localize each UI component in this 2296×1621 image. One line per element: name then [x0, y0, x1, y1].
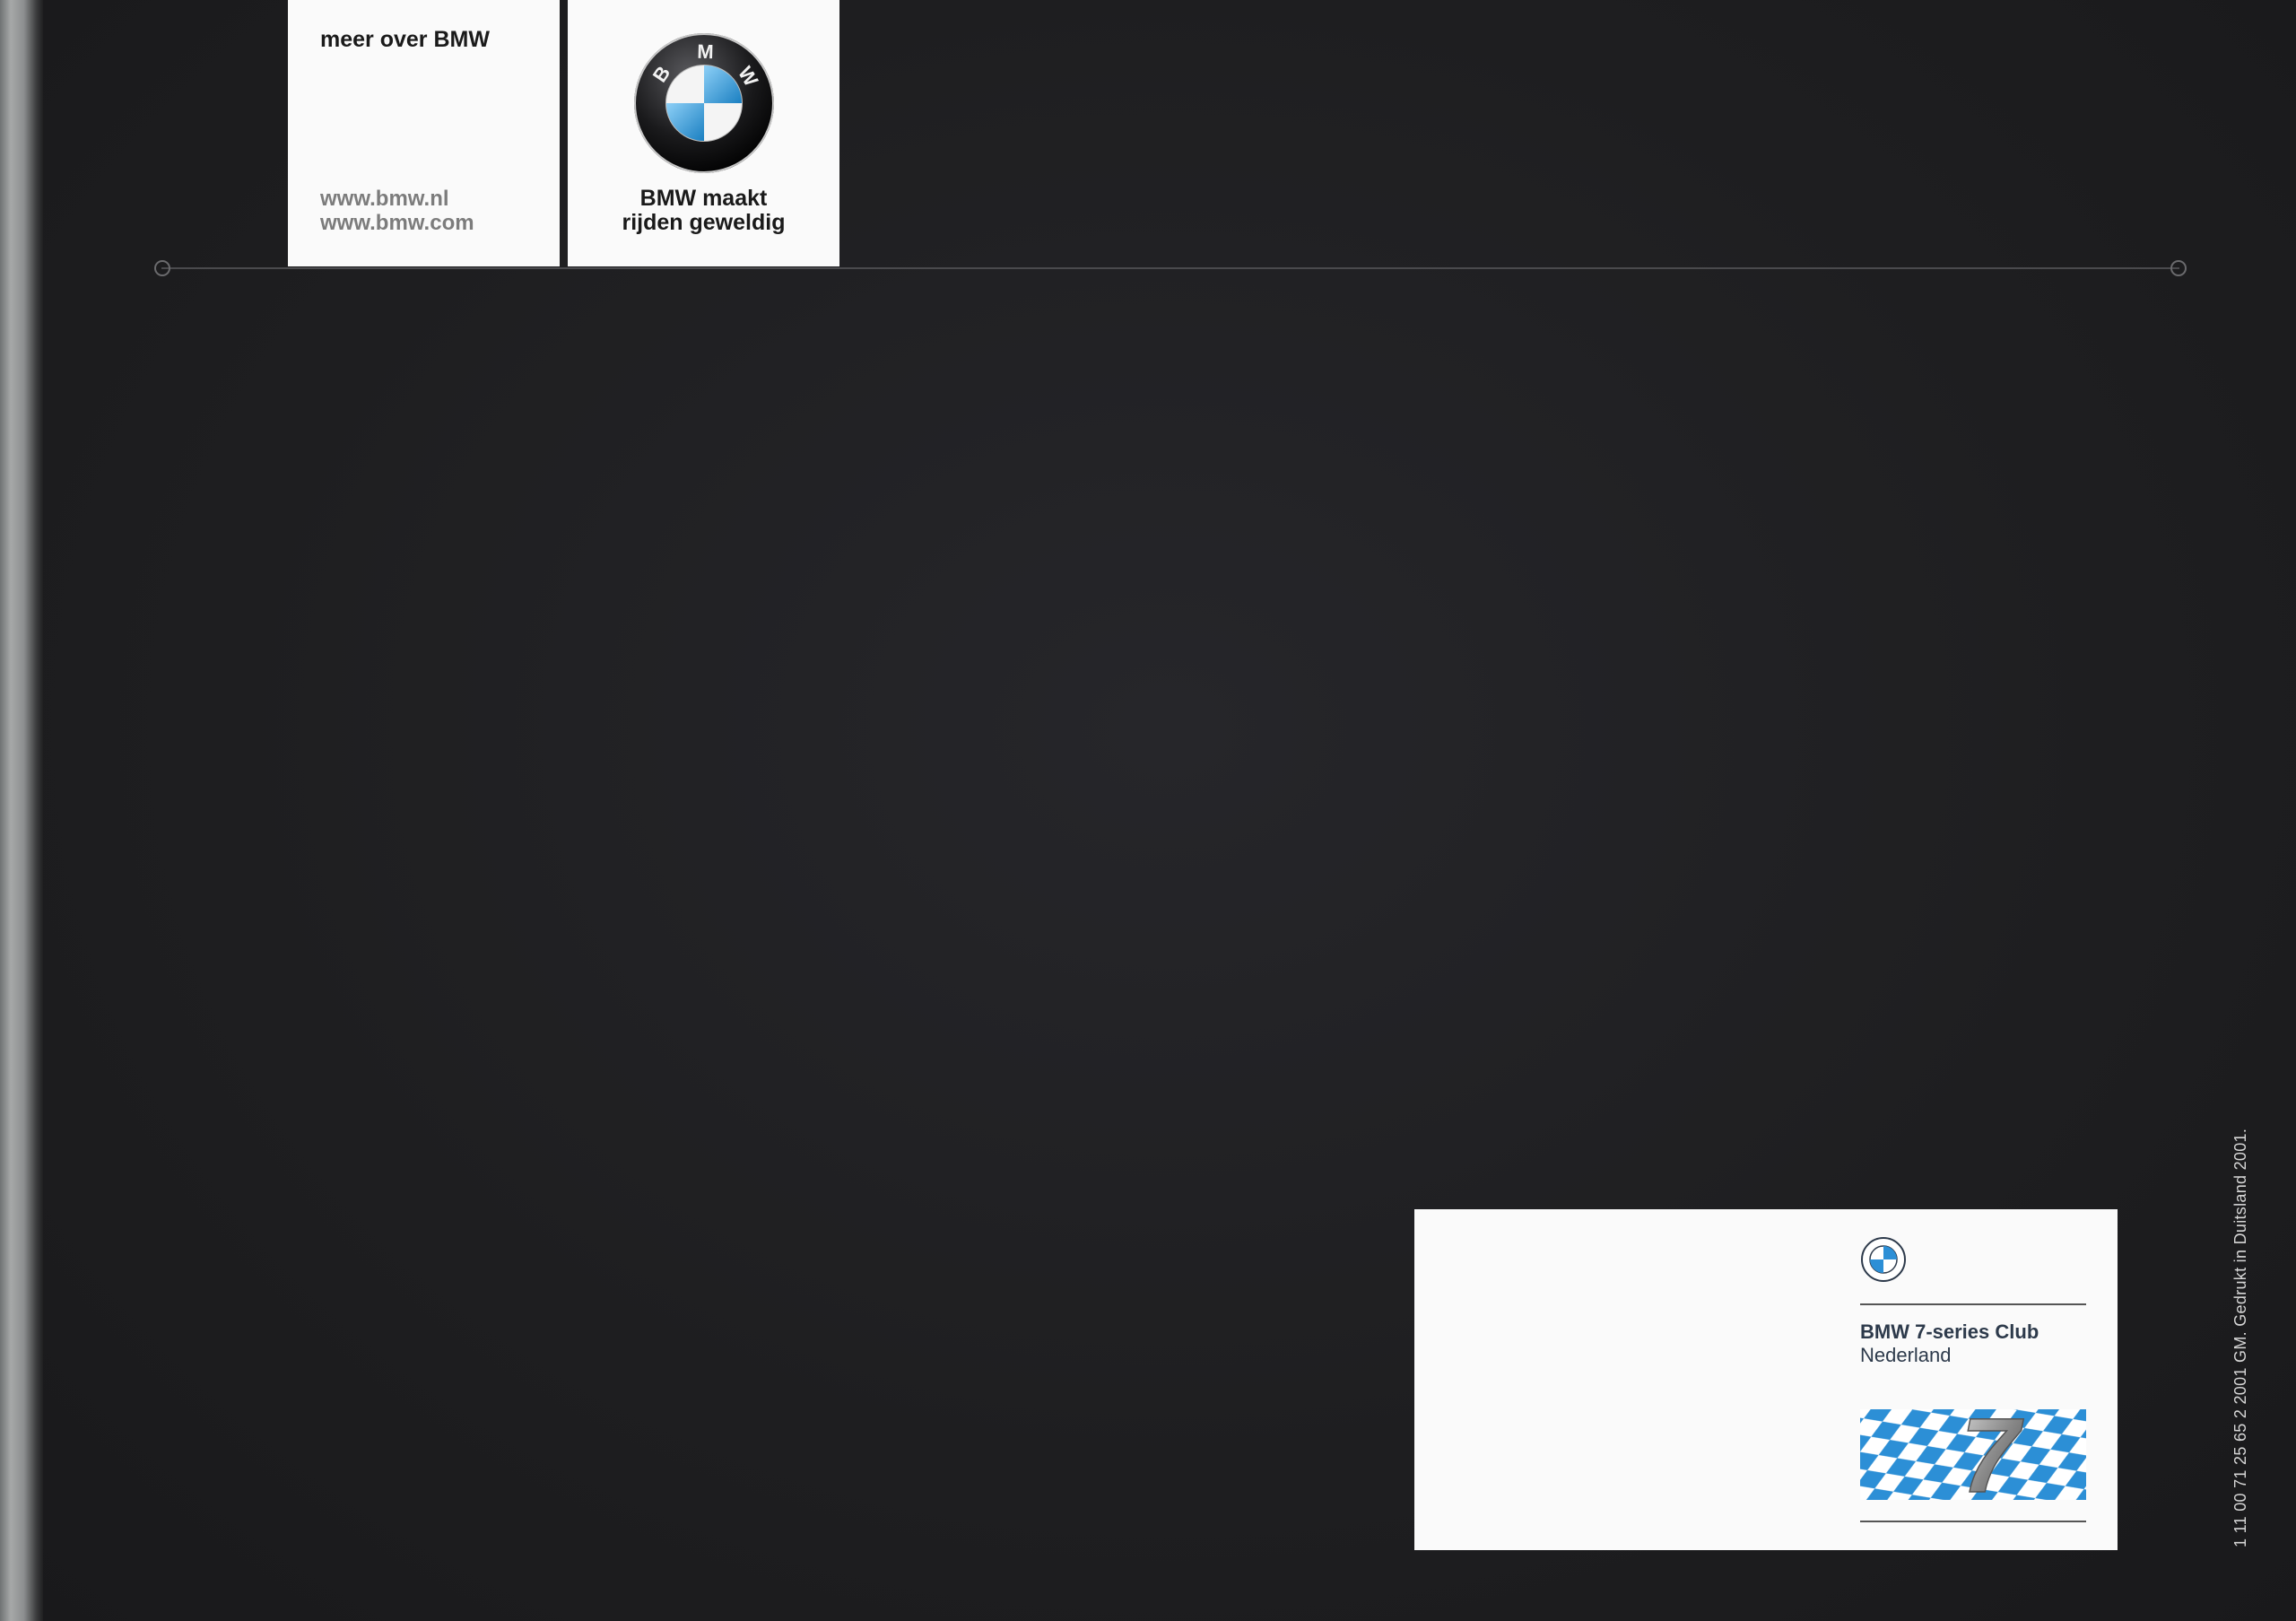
club-country: Nederland: [1860, 1344, 1952, 1366]
emblem-seven: 7: [1961, 1409, 2024, 1500]
info-card-title: meer over BMW: [320, 27, 490, 52]
fold-notch-left: [154, 260, 170, 276]
fold-notch-right: [2170, 260, 2187, 276]
slogan-line-1: BMW maakt: [639, 186, 768, 211]
flap-fold-line: [161, 267, 2179, 269]
club-divider-bottom: [1860, 1521, 2086, 1522]
slogan-line-2: rijden geweldig: [622, 210, 786, 235]
logo-card: B M W BMW maakt rijden geweldig: [568, 0, 839, 266]
bmw-roundel-logo: B M W: [632, 31, 776, 175]
club-divider-top: [1860, 1303, 2086, 1305]
roundel-letter-m: M: [697, 40, 714, 63]
slogan: BMW maakt rijden geweldig: [568, 187, 839, 235]
website-link-com[interactable]: www.bmw.com: [320, 211, 474, 235]
brochure-spine: [0, 0, 43, 1621]
print-reference: 1 11 00 71 25 65 2 2001 GM. Gedrukt in D…: [2231, 1128, 2249, 1547]
website-links: www.bmw.nl www.bmw.com: [320, 187, 474, 235]
bmw-small-roundel-logo: [1860, 1236, 1907, 1283]
info-card: meer over BMW www.bmw.nl www.bmw.com: [288, 0, 560, 266]
svg-text:M: M: [697, 40, 714, 63]
dealer-club-card: BMW 7-series Club Nederland 7: [1414, 1209, 2118, 1550]
website-link-nl[interactable]: www.bmw.nl: [320, 187, 474, 211]
bavarian-7-emblem: 7: [1860, 1396, 2086, 1516]
club-name: BMW 7-series Club: [1860, 1320, 2039, 1343]
